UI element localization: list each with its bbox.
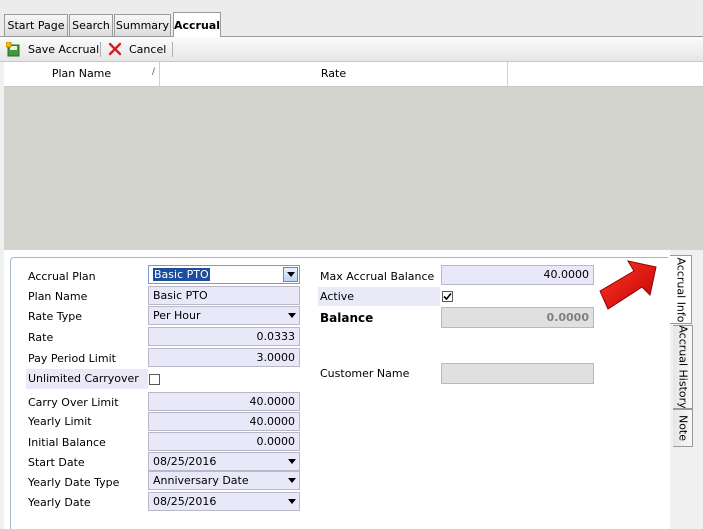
unlimited-carryover-label: Unlimited Carryover (26, 369, 148, 389)
start-date-label: Start Date (28, 456, 85, 469)
column-plan-name-label: Plan Name (51, 67, 112, 80)
yearly-date-type-select[interactable]: Anniversary Date (148, 471, 300, 490)
carry-over-limit-field[interactable]: 40.0000 (148, 392, 300, 411)
start-date-value: 08/25/2016 (153, 455, 217, 468)
save-icon (6, 42, 20, 57)
initial-balance-field[interactable]: 0.0000 (148, 432, 300, 451)
carry-over-limit-label: Carry Over Limit (28, 396, 119, 409)
rate-type-select[interactable]: Per Hour (148, 306, 300, 325)
yearly-date-label: Yearly Date (28, 496, 91, 509)
pay-period-limit-label: Pay Period Limit (28, 352, 116, 365)
yearly-limit-label: Yearly Limit (28, 415, 92, 428)
toolbar-separator (172, 42, 173, 57)
accrual-plan-select[interactable]: Basic PTO (148, 265, 300, 284)
cancel-label: Cancel (129, 43, 167, 56)
accrual-plan-value: Basic PTO (153, 268, 210, 281)
customer-name-field (441, 363, 594, 384)
grid-header: Plan Name ∕ Rate (4, 62, 703, 87)
side-tab-accrual-history[interactable]: Accrual History (673, 325, 693, 409)
yearly-date-type-value: Anniversary Date (153, 474, 249, 487)
toolbar-separator (100, 42, 101, 57)
start-date-picker[interactable]: 08/25/2016 (148, 452, 300, 471)
yearly-date-type-label: Yearly Date Type (28, 476, 120, 489)
balance-label: Balance (320, 311, 374, 325)
chevron-down-icon (288, 478, 296, 483)
max-accrual-balance-label: Max Accrual Balance (320, 270, 435, 283)
column-plan-name[interactable]: Plan Name ∕ (4, 62, 160, 86)
yearly-date-picker[interactable]: 08/25/2016 (148, 492, 300, 511)
rate-field[interactable]: 0.0333 (148, 327, 300, 346)
side-tab-note-label: Note (676, 414, 689, 442)
active-checkbox[interactable] (442, 291, 453, 302)
rate-label: Rate (28, 331, 54, 344)
column-rate-label: Rate (320, 67, 347, 80)
initial-balance-label: Initial Balance (28, 436, 106, 449)
tab-start-page[interactable]: Start Page (4, 14, 68, 36)
rate-type-value: Per Hour (153, 309, 201, 322)
yearly-date-value: 08/25/2016 (153, 495, 217, 508)
tab-search[interactable]: Search (69, 14, 113, 36)
arrow-icon (599, 260, 657, 310)
toolbar: Save Accrual Cancel (0, 37, 703, 62)
column-rate[interactable]: Rate (160, 62, 508, 86)
tab-summary[interactable]: Summary (114, 14, 171, 36)
tab-accrual[interactable]: Accrual (173, 12, 221, 37)
side-tab-accrual-info[interactable]: Accrual Info (670, 255, 692, 324)
customer-name-label: Customer Name (320, 367, 410, 380)
side-tab-accrual-history-label: Accrual History (676, 325, 689, 409)
plan-name-field[interactable]: Basic PTO (148, 286, 300, 305)
chevron-down-icon[interactable] (283, 267, 298, 282)
yearly-limit-field[interactable]: 40.0000 (148, 412, 300, 431)
chevron-down-icon (288, 313, 296, 318)
pay-period-limit-field[interactable]: 3.0000 (148, 348, 300, 367)
chevron-down-icon (288, 499, 296, 504)
accrual-plan-label: Accrual Plan (28, 270, 96, 283)
checkmark-icon (443, 292, 452, 301)
rate-type-label: Rate Type (28, 310, 82, 323)
side-tab-note[interactable]: Note (673, 409, 693, 447)
sort-icon: ∕ (151, 67, 155, 77)
max-accrual-balance-field[interactable]: 40.0000 (441, 265, 594, 285)
close-icon (108, 42, 122, 56)
save-accrual-label: Save Accrual (28, 43, 100, 56)
side-tab-accrual-info-label: Accrual Info (674, 256, 687, 323)
unlimited-carryover-checkbox[interactable] (149, 374, 160, 385)
plan-name-label: Plan Name (28, 290, 88, 303)
balance-field: 0.0000 (441, 307, 594, 328)
active-label: Active (318, 287, 440, 306)
chevron-down-icon (288, 459, 296, 464)
plan-grid[interactable] (4, 62, 703, 250)
